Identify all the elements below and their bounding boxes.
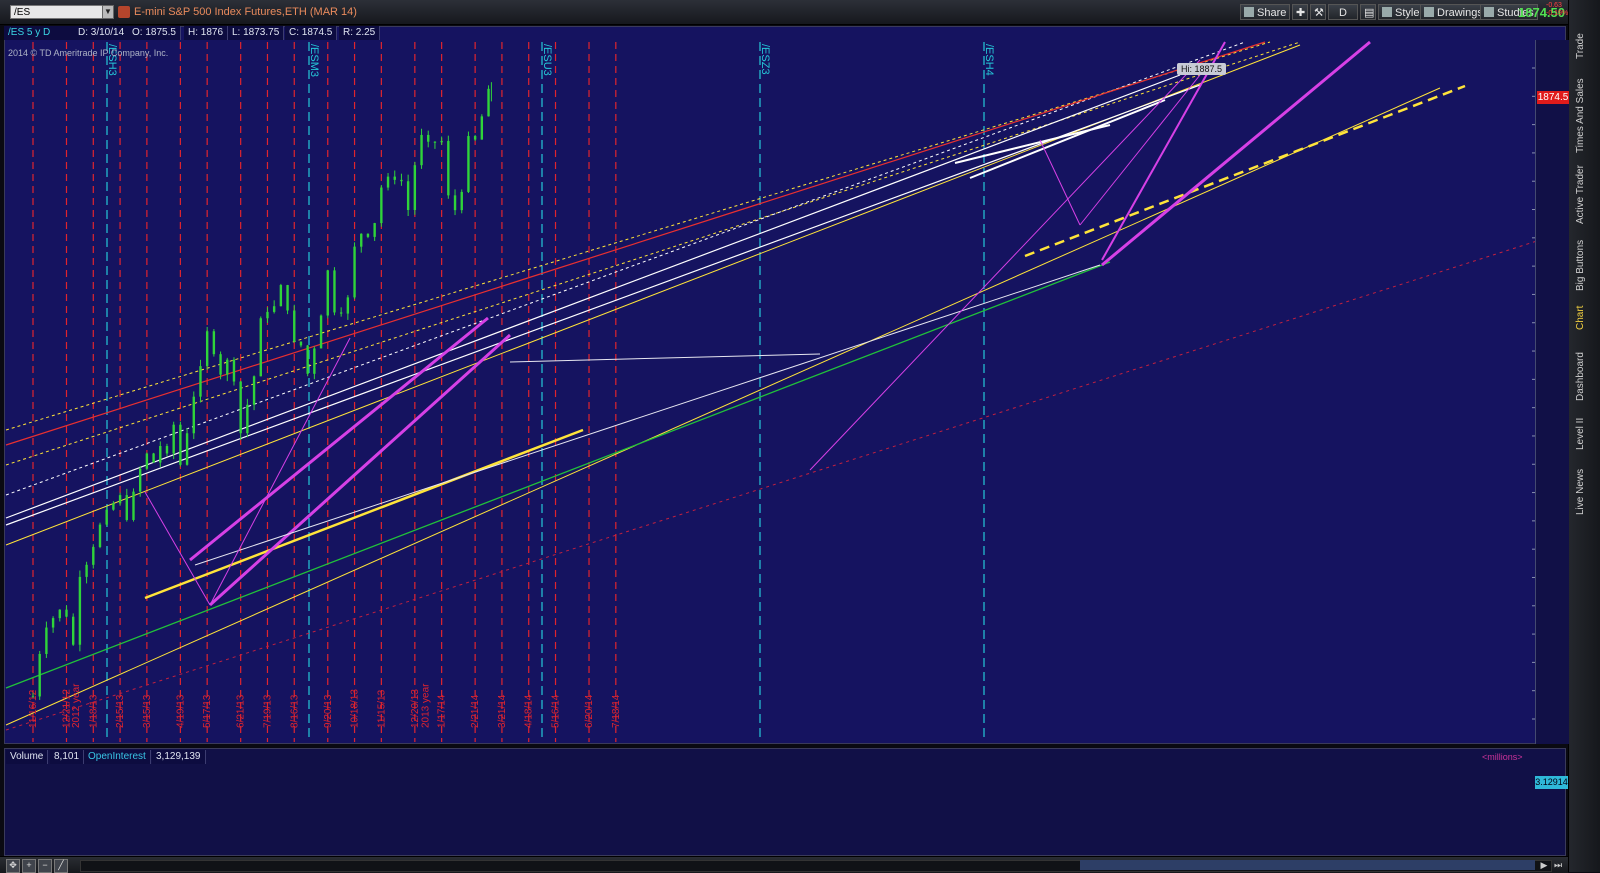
last-price-tag: 1874.5 [1537,91,1569,104]
tab-times-and-sales[interactable]: Times And Sales [1575,76,1595,156]
tab-trade[interactable]: Trade [1575,26,1595,66]
volume-panel[interactable] [4,748,1566,856]
scroll-end-icon[interactable]: ⏭ [1552,859,1564,871]
volume-label: Volume [6,750,49,764]
ohlc-low: L: 1873.75 [228,26,285,40]
studies-icon [1484,7,1494,17]
high-bubble: Hi: 1887.5 [1177,63,1227,75]
ohlc-high: H: 1876 [184,26,229,40]
ohlc-date: D: 3/10/14 [74,26,130,40]
symbol-dropdown-icon[interactable]: ▼ [102,5,114,19]
percent-change: -0.19% [1546,10,1569,17]
wrench-icon[interactable]: ⚒ [1310,4,1326,20]
share-button[interactable]: Share [1240,4,1291,20]
price-axis[interactable] [1535,40,1569,744]
oi-label: OpenInterest [84,750,151,764]
tab-level-ii[interactable]: Level II [1575,412,1595,456]
style-button[interactable]: Style [1378,4,1424,20]
tab-dashboard[interactable]: Dashboard [1575,348,1595,406]
zoom-in-icon[interactable]: + [22,859,36,873]
pan-icon[interactable]: ✥ [6,859,20,873]
scroll-bar: ✥ + − ╱ ▶ ⏭ [0,856,1568,873]
ohlc-range: R: 2.25 [339,26,381,40]
units-label: <millions> [1482,752,1523,762]
pencil-icon [1424,7,1434,17]
tab-live-news[interactable]: Live News [1575,464,1595,520]
tab-big-buttons[interactable]: Big Buttons [1575,236,1595,294]
side-tabs: Trade Times And Sales Active Trader Big … [1568,0,1600,872]
scroll-right-icon[interactable]: ▶ [1538,859,1550,871]
oi-last-tag: 3.12914 [1535,776,1568,789]
ohlc-open: O: 1875.5 [128,26,181,40]
time-scroll-thumb[interactable] [1080,860,1535,870]
drawings-button[interactable]: Drawings [1420,4,1487,20]
oi-value: 3,129,139 [152,750,206,764]
instrument-title: E-mini S&P 500 Index Futures,ETH (MAR 14… [134,6,357,18]
crosshair-icon[interactable]: ✚ [1292,4,1308,20]
symbol-input[interactable]: /ES [10,5,110,19]
net-change: -0.63 [1546,2,1562,9]
instrument-info-icon[interactable] [118,6,130,18]
draw-line-icon[interactable]: ╱ [54,859,68,873]
tab-active-trader[interactable]: Active Trader [1575,162,1595,228]
zoom-out-icon[interactable]: − [38,859,52,873]
chart-type-icon[interactable]: ▤ [1360,4,1376,20]
style-icon [1382,7,1392,17]
toolbar: /ES ▼ E-mini S&P 500 Index Futures,ETH (… [0,0,1568,25]
period-button[interactable]: D [1328,4,1358,20]
volume-value: 8,101 [50,750,85,764]
tab-chart[interactable]: Chart [1575,300,1595,336]
price-chart[interactable] [4,26,1566,744]
copyright-text: 2014 © TD Ameritrade IP Company, Inc. [8,48,169,58]
ohlc-close: C: 1874.5 [285,26,338,40]
chart-symbol-period[interactable]: /ES 5 y D [4,26,75,40]
share-icon [1244,7,1254,17]
